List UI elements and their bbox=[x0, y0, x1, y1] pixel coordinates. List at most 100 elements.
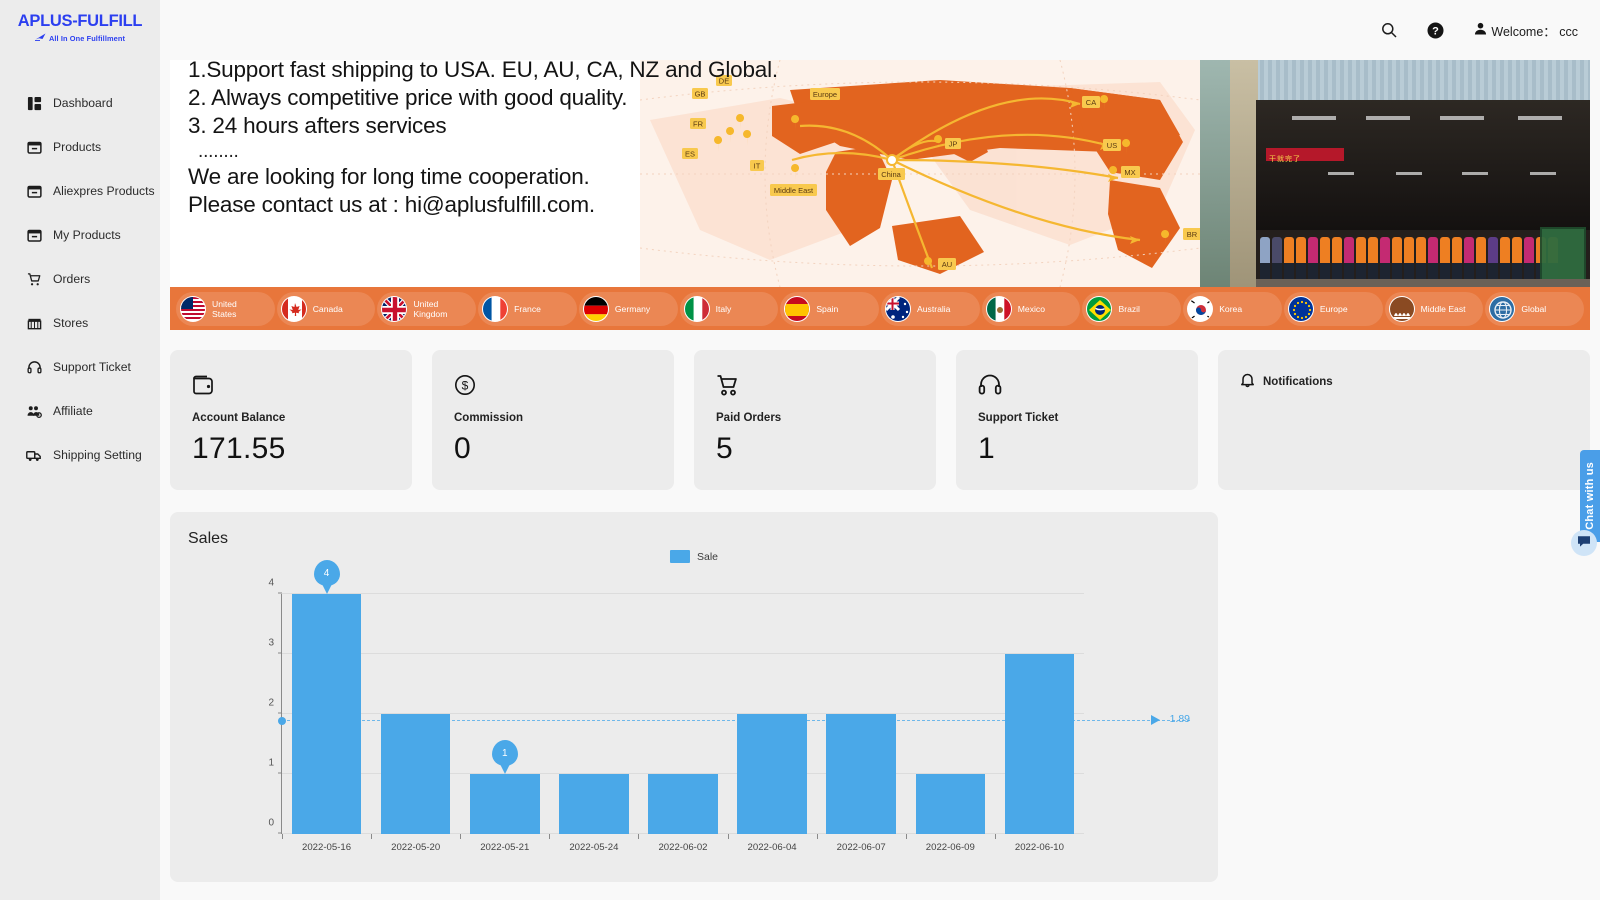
x-tick-label: 2022-06-04 bbox=[747, 842, 797, 853]
bar[interactable] bbox=[291, 594, 362, 834]
plane-icon bbox=[34, 33, 46, 43]
flag-item-france[interactable]: France bbox=[478, 291, 577, 326]
bar-slot[interactable]: 2022-06-10 bbox=[994, 594, 1084, 853]
x-tick-label: 2022-06-02 bbox=[658, 842, 708, 853]
flag-label: Global bbox=[1521, 303, 1547, 314]
chart-legend[interactable]: Sale bbox=[669, 550, 718, 563]
dashboard-icon bbox=[26, 95, 42, 111]
brand-name: APLUS-FULFILL bbox=[17, 12, 143, 30]
bar-slot[interactable]: 2022-06-09 bbox=[905, 594, 995, 853]
flag-icon-eu bbox=[1287, 295, 1314, 322]
flag-label: Canada bbox=[312, 303, 343, 314]
stat-label: Account Balance bbox=[192, 412, 286, 424]
sales-chart-card: Sales Sale 0 1 2 3 4 1.89 4 2022-05-16 2… bbox=[170, 512, 1218, 882]
user-welcome[interactable]: Welcome： ccc bbox=[1474, 21, 1578, 40]
sidebar-item-products[interactable]: Products bbox=[0, 125, 160, 169]
sidebar-item-support-ticket[interactable]: Support Ticket bbox=[0, 345, 160, 389]
bar[interactable] bbox=[737, 714, 807, 834]
sidebar-item-label: Dashboard bbox=[53, 96, 113, 110]
sidebar-item-dashboard[interactable]: Dashboard bbox=[0, 81, 160, 125]
bar[interactable] bbox=[380, 714, 451, 834]
flag-item-germany[interactable]: Germany bbox=[578, 291, 678, 326]
chat-bubble-icon bbox=[1577, 534, 1591, 553]
flag-item-italy[interactable]: Italy bbox=[679, 291, 779, 326]
bar-slot[interactable]: 2022-06-07 bbox=[816, 594, 906, 853]
sidebar-item-orders[interactable]: Orders bbox=[0, 257, 160, 301]
flag-icon-it bbox=[683, 295, 710, 322]
stat-label: Paid Orders bbox=[716, 412, 782, 424]
svg-text:China: China bbox=[881, 170, 901, 179]
flag-item-canada[interactable]: Canada bbox=[276, 291, 376, 326]
stats-row: Account Balance 171.55 $ Commission 0 Pa… bbox=[170, 350, 1590, 490]
flag-icon-us bbox=[180, 295, 206, 322]
bar-slot[interactable]: 1 2022-05-21 bbox=[460, 594, 549, 853]
stat-value: 1 bbox=[978, 432, 995, 465]
flag-item-united-states[interactable]: United States bbox=[176, 291, 275, 326]
sidebar-item-affiliate[interactable]: Affiliate bbox=[0, 389, 160, 433]
chat-with-us-tab[interactable]: Chat with us bbox=[1580, 450, 1600, 542]
bar-slot[interactable]: 2022-05-24 bbox=[549, 594, 638, 853]
bar[interactable] bbox=[648, 774, 718, 834]
promo-banner[interactable]: DE GB Europe FR ES IT Middle East China … bbox=[170, 60, 1590, 287]
chat-bubble-button[interactable] bbox=[1571, 530, 1597, 556]
flag-item-global[interactable]: Global bbox=[1485, 291, 1585, 326]
bar-slot[interactable]: 2022-06-02 bbox=[638, 594, 727, 853]
svg-text:MX: MX bbox=[1124, 168, 1135, 177]
country-flags-strip: United States Canada United Kingdom Fran… bbox=[170, 287, 1590, 330]
flag-label: Germany bbox=[614, 303, 651, 314]
stat-card-account-balance[interactable]: Account Balance 171.55 bbox=[170, 350, 412, 490]
stat-label: Commission bbox=[454, 412, 524, 424]
flag-icon-gb bbox=[381, 295, 408, 322]
flag-item-australia[interactable]: Australia bbox=[881, 291, 980, 326]
flag-item-korea[interactable]: Korea bbox=[1183, 291, 1282, 326]
stat-card-commission[interactable]: $ Commission 0 bbox=[432, 350, 674, 490]
sales-chart: Sale 0 1 2 3 4 1.89 4 2022-05-16 2022-05… bbox=[170, 542, 1218, 882]
cart-icon bbox=[716, 374, 936, 398]
flag-item-europe[interactable]: Europe bbox=[1283, 291, 1383, 326]
sidebar-item-aliexpres-products[interactable]: Aliexpres Products bbox=[0, 169, 160, 213]
bar-slot[interactable]: 2022-06-04 bbox=[727, 594, 817, 853]
stat-value: 0 bbox=[454, 432, 471, 465]
bar[interactable] bbox=[826, 714, 896, 834]
flag-item-united-kingdom[interactable]: United Kingdom bbox=[377, 291, 477, 326]
main-content: ? Welcome： ccc DE GB Europe FR ES IT Mid… bbox=[160, 0, 1600, 900]
sidebar-item-label: My Products bbox=[53, 228, 121, 242]
help-circle-icon[interactable]: ? bbox=[1427, 22, 1444, 39]
flag-label: Middle East bbox=[1420, 303, 1466, 314]
notifications-title: Notifications bbox=[1263, 375, 1333, 388]
flag-label: Spain bbox=[816, 303, 839, 314]
value-pin: 4 bbox=[313, 560, 340, 594]
flag-label: Europe bbox=[1319, 303, 1348, 314]
app-root: APLUS-FULFILL All In One Fulfillment Das… bbox=[0, 0, 1600, 900]
stat-card-support-ticket[interactable]: Support Ticket 1 bbox=[956, 350, 1198, 490]
sidebar-item-stores[interactable]: Stores bbox=[0, 301, 160, 345]
wallet-icon bbox=[192, 374, 412, 398]
x-tick-label: 2022-05-16 bbox=[302, 842, 352, 853]
bar-slot[interactable]: 4 2022-05-16 bbox=[282, 560, 371, 853]
bar[interactable] bbox=[559, 774, 629, 834]
sidebar-item-label: Affiliate bbox=[53, 404, 93, 418]
sidebar-item-shipping-setting[interactable]: Shipping Setting bbox=[0, 433, 160, 477]
svg-text:Middle East: Middle East bbox=[774, 186, 814, 195]
sidebar-item-my-products[interactable]: My Products bbox=[0, 213, 160, 257]
flag-item-brazil[interactable]: Brazil bbox=[1082, 291, 1182, 326]
headset-icon bbox=[978, 374, 1198, 398]
flag-item-spain[interactable]: Spain bbox=[780, 291, 880, 326]
pin-value: 1 bbox=[501, 747, 508, 759]
bar[interactable] bbox=[1004, 654, 1075, 834]
brand-logo[interactable]: APLUS-FULFILL All In One Fulfillment bbox=[0, 0, 160, 43]
bar-slot[interactable]: 2022-05-20 bbox=[371, 594, 460, 853]
flag-label: Italy bbox=[715, 303, 732, 314]
search-icon[interactable] bbox=[1381, 22, 1397, 38]
bar[interactable] bbox=[470, 774, 540, 834]
flag-icon-global bbox=[1489, 295, 1516, 322]
sidebar-item-label: Aliexpres Products bbox=[53, 184, 155, 198]
flag-item-middle-east[interactable]: Middle East bbox=[1384, 291, 1484, 326]
headset-icon bbox=[26, 359, 42, 375]
flag-label: Brazil bbox=[1118, 303, 1140, 314]
flag-item-mexico[interactable]: Mexico bbox=[981, 291, 1081, 326]
y-tick-label: 2 bbox=[268, 697, 274, 709]
flag-label: Australia bbox=[917, 303, 951, 314]
bar[interactable] bbox=[915, 774, 986, 834]
stat-card-paid-orders[interactable]: Paid Orders 5 bbox=[694, 350, 936, 490]
